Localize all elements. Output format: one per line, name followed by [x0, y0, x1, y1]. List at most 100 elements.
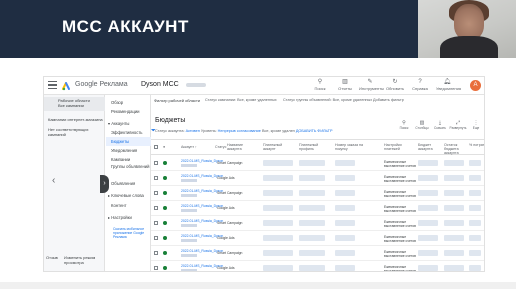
search-tool-label: Поиск — [314, 86, 326, 91]
status-enabled-icon — [163, 266, 167, 270]
tools-tool-button[interactable]: ✎ Инструменты — [359, 79, 384, 91]
reports-tool-button[interactable]: ▥ Отчеты — [334, 79, 356, 91]
row-checkbox[interactable] — [154, 191, 158, 195]
row-checkbox[interactable] — [154, 236, 158, 240]
nav-item-settings[interactable]: ▸ Настройки — [106, 213, 151, 222]
chevron-left-icon[interactable]: ‹ — [52, 175, 55, 186]
nav-item-keywords[interactable]: ▸ Ключевые слова — [106, 191, 151, 200]
budgets-panel: Бюджеты ⏷ Статус аккаунта: Активен Урове… — [151, 115, 484, 272]
nav-item-recommendations[interactable]: Рекомендации — [106, 107, 151, 116]
column-po-number[interactable]: Номер заказа на покупку — [335, 143, 365, 151]
nav-item-campaigns[interactable]: Кампании — [106, 155, 151, 164]
filter-suffix: Все, кроме удален — [261, 129, 295, 133]
column-account[interactable]: Аккаунт ↑ — [181, 145, 197, 149]
table-row[interactable]: 2022.01-MS_Russia_Dyson Google Ads Ежемеся… — [151, 171, 484, 186]
billing-account-redacted — [263, 160, 293, 166]
table-more-button[interactable]: ⋮ Еще — [467, 120, 484, 130]
column-status[interactable]: Статус — [215, 145, 226, 149]
payment-setting: Ежемесячные выставление счетов — [384, 160, 416, 168]
column-billing-account[interactable]: Платежный аккаунт — [263, 143, 291, 151]
table-row[interactable]: 2022.01-MS_Russia_Dyson Smart Campaign Еже… — [151, 246, 484, 261]
search-tool-button[interactable]: ⚲ Поиск — [309, 79, 331, 91]
refresh-tool-button[interactable]: ↻ Обновить — [384, 79, 406, 91]
table-columns-button[interactable]: ▥ Столбцы — [413, 120, 431, 130]
table-row[interactable]: 2022.01-MS_Russia_Dyson Smart Campaign Еже… — [151, 156, 484, 171]
avatar[interactable]: A — [470, 80, 481, 91]
account-panel-item[interactable]: Нет соответствующих кампаний — [44, 127, 105, 137]
nav-item-notifications[interactable]: Уведомления — [106, 146, 151, 155]
menu-icon[interactable] — [48, 81, 57, 89]
table-row[interactable]: 2022.01-MS_Russia_Dyson Smart Campaign Еже… — [151, 186, 484, 201]
nav-item-overview[interactable]: Обзор — [106, 98, 151, 107]
add-table-filter-button[interactable]: ДОБАВИТЬ ФИЛЬТР — [296, 129, 333, 133]
reports-tool-label: Отчеты — [338, 86, 352, 91]
nav-item-ads[interactable]: Объявления — [106, 179, 151, 188]
column-account-name[interactable]: Название аккаунта — [227, 143, 257, 151]
wrench-icon: ✎ — [367, 79, 373, 85]
remaining-budget-redacted — [444, 160, 464, 166]
ad-group-status-filter[interactable]: Статус группы объявлений: Все, кроме уда… — [283, 98, 372, 102]
download-app-link[interactable]: Скачать мобильное приложение Google Рекл… — [106, 227, 146, 239]
account-id-redacted — [181, 193, 197, 197]
table-expand-button[interactable]: ⤢ Развернуть — [449, 120, 467, 130]
column-remaining-budget[interactable]: Остаток бюджета аккаунта — [444, 143, 466, 155]
column-payment-settings[interactable]: Настройки платежей — [384, 143, 412, 151]
row-checkbox[interactable] — [154, 221, 158, 225]
status-enabled-icon — [163, 191, 167, 195]
account-type: Smart Campaign — [217, 221, 243, 225]
billing-account-redacted — [263, 265, 293, 271]
top-bar: Google Реклама Dyson MCC ⚲ Поиск ▥ Отчет… — [44, 77, 484, 95]
table-search-button[interactable]: ⚲ Поиск — [395, 120, 413, 130]
table-search-label: Поиск — [399, 126, 409, 130]
po-number-redacted — [335, 235, 355, 241]
bell-icon: 🔔︎ — [443, 79, 451, 85]
google-ads-window: Google Реклама Dyson MCC ⚲ Поиск ▥ Отчет… — [43, 76, 485, 272]
table-header: ● Аккаунт ↑ Статус Название аккаунта Пла… — [151, 139, 484, 155]
table-row[interactable]: 2022.01-MS_Russia_Dyson Google Ads Ежемеся… — [151, 201, 484, 216]
row-checkbox[interactable] — [154, 251, 158, 255]
account-type: Google Ads — [217, 266, 235, 270]
feedback-link[interactable]: Отзыв — [46, 255, 58, 260]
billing-profile-redacted — [299, 175, 325, 181]
nav-item-ad-groups[interactable]: Группы объявлений — [106, 164, 151, 175]
select-all-checkbox[interactable] — [154, 145, 158, 149]
chevron-right-icon[interactable]: › — [100, 175, 109, 193]
table-row[interactable]: 2022.01-MS_Russia_Dyson Smart Campaign Еже… — [151, 216, 484, 231]
nav-item-performance[interactable]: Эффективность — [106, 128, 151, 137]
change-view-link[interactable]: Изменить режим просмотра — [64, 255, 102, 265]
column-billing-profile[interactable]: Платежный профиль — [299, 143, 327, 151]
account-budget-redacted — [418, 220, 438, 226]
account-name[interactable]: Dyson MCC — [141, 81, 179, 88]
nav-item-content[interactable]: Контент — [106, 201, 151, 210]
filter-value-active[interactable]: Активен — [186, 129, 200, 133]
remaining-budget-redacted — [444, 235, 464, 241]
account-panel-item[interactable]: Кампании интернет-магазина — [44, 117, 105, 122]
help-tool-button[interactable]: ? Справка — [409, 79, 431, 91]
row-checkbox[interactable] — [154, 161, 158, 165]
nav-item-budgets[interactable]: Бюджеты — [106, 137, 151, 146]
table-download-button[interactable]: ⤓ Скачать — [431, 120, 449, 130]
payment-setting: Ежемесячные выставление счетов — [384, 265, 416, 272]
row-checkbox[interactable] — [154, 266, 158, 270]
nav-item-accounts[interactable]: ▾ Аккаунты — [106, 119, 151, 128]
add-filter-link[interactable]: Добавить фильтр — [373, 98, 404, 102]
spent-percent-redacted — [469, 235, 481, 241]
status-enabled-icon — [163, 161, 167, 165]
table-row[interactable]: 2022.01-MS_Russia_Dyson Google Ads Ежемеся… — [151, 261, 484, 272]
refresh-tool-label: Обновить — [385, 86, 405, 91]
billing-account-redacted — [263, 250, 293, 256]
row-checkbox[interactable] — [154, 176, 158, 180]
billing-profile-redacted — [299, 220, 325, 226]
notifications-tool-button[interactable]: 🔔︎ Уведомления — [436, 79, 461, 91]
column-spent-percent[interactable]: % потрат — [469, 143, 484, 147]
row-checkbox[interactable] — [154, 206, 158, 210]
filter-value-level[interactable]: Непрерыв согласование — [218, 129, 261, 133]
column-account-budget[interactable]: Бюджет аккаунта — [418, 143, 442, 151]
payment-setting: Ежемесячные выставление счетов — [384, 235, 416, 243]
campaign-status-filter[interactable]: Статус кампании: Все, кроме удаленных — [205, 98, 277, 102]
billing-profile-redacted — [299, 190, 325, 196]
table-row[interactable]: 2022.01-MS_Russia_Dyson Google Ads Ежемеся… — [151, 231, 484, 246]
po-number-redacted — [335, 205, 355, 211]
presenter-body — [440, 36, 498, 58]
spent-percent-redacted — [469, 265, 481, 271]
